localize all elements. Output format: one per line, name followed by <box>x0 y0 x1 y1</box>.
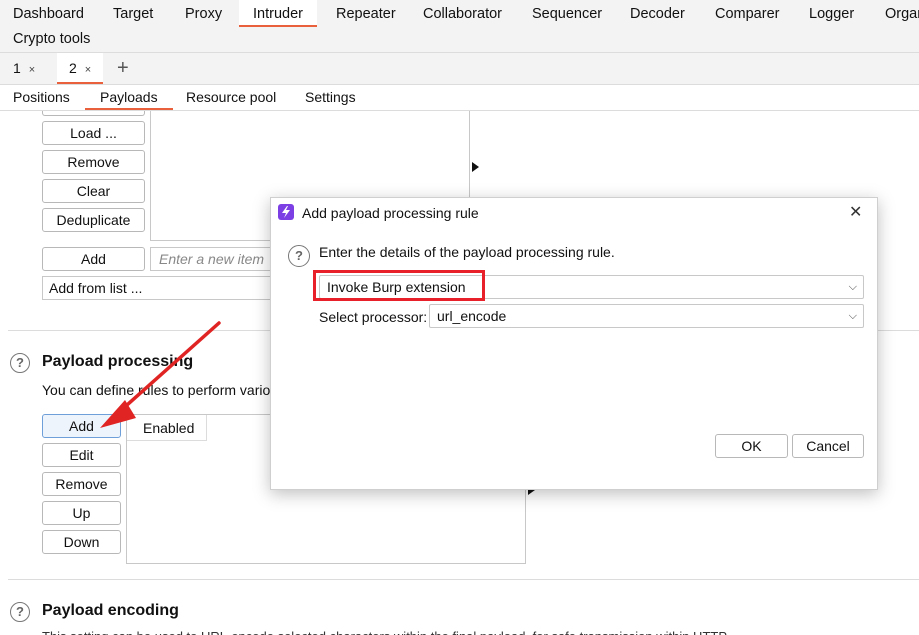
dialog-title: Add payload processing rule <box>302 205 479 221</box>
clear-button[interactable]: Clear <box>42 179 145 203</box>
load-button[interactable]: Load ... <box>42 121 145 145</box>
tab-positions[interactable]: Positions <box>13 89 70 105</box>
dialog-message: Enter the details of the payload process… <box>319 244 615 260</box>
processing-remove-button[interactable]: Remove <box>42 472 121 496</box>
menu-repeater[interactable]: Repeater <box>336 6 396 22</box>
processor-value: url_encode <box>437 308 507 324</box>
payload-encoding-title: Payload encoding <box>42 602 179 619</box>
tab-resource-pool[interactable]: Resource pool <box>186 89 276 105</box>
menu-collaborator[interactable]: Collaborator <box>423 6 502 22</box>
tab-2[interactable]: 2 × <box>57 53 104 84</box>
chevron-down-icon: ⌵ <box>848 310 857 322</box>
close-icon[interactable]: × <box>29 64 35 76</box>
expand-arrow-icon[interactable] <box>472 162 479 172</box>
remove-button[interactable]: Remove <box>42 150 145 174</box>
processing-up-button[interactable]: Up <box>42 501 121 525</box>
payload-processing-title: Payload processing <box>42 353 194 370</box>
payload-encoding-description: This setting can be used to URL-encode s… <box>42 629 919 635</box>
help-icon: ? <box>288 245 310 267</box>
processor-select[interactable]: url_encode ⌵ <box>429 304 864 328</box>
help-icon[interactable]: ? <box>10 353 30 373</box>
close-icon[interactable]: ✕ <box>849 202 862 222</box>
top-menu-bar: Dashboard Target Proxy Intruder Repeater… <box>0 0 919 53</box>
intruder-tabs: 1 × 2 × + <box>0 53 919 85</box>
chevron-down-icon: ⌵ <box>848 281 857 293</box>
add-item-button[interactable]: Add <box>42 247 145 271</box>
menu-intruder[interactable]: Intruder <box>239 0 317 27</box>
tab-settings[interactable]: Settings <box>305 89 356 105</box>
deduplicate-button[interactable]: Deduplicate <box>42 208 145 232</box>
add-from-list-dropdown[interactable]: Add from list ... <box>42 276 275 300</box>
processing-add-button[interactable]: Add <box>42 414 121 438</box>
scrolled-button <box>42 111 145 116</box>
menu-sequencer[interactable]: Sequencer <box>532 6 602 22</box>
ok-button[interactable]: OK <box>715 434 788 458</box>
add-tab-icon[interactable]: + <box>117 53 129 84</box>
sub-tabs: Positions Payloads Resource pool Setting… <box>0 85 919 111</box>
menu-comparer[interactable]: Comparer <box>715 6 779 22</box>
highlight-box <box>313 270 485 301</box>
cancel-button[interactable]: Cancel <box>792 434 864 458</box>
tab-payloads[interactable]: Payloads <box>85 89 173 110</box>
payload-processing-description: You can define rules to perform vario <box>42 382 270 398</box>
menu-organizer[interactable]: Organ <box>885 6 919 22</box>
menu-dashboard[interactable]: Dashboard <box>13 6 84 22</box>
menu-crypto-tools[interactable]: Crypto tools <box>13 31 90 47</box>
menu-target[interactable]: Target <box>113 6 153 22</box>
new-item-input[interactable]: Enter a new item <box>150 247 275 271</box>
tab-1[interactable]: 1 × <box>0 53 45 84</box>
divider <box>8 579 919 580</box>
close-icon[interactable]: × <box>85 64 91 76</box>
menu-decoder[interactable]: Decoder <box>630 6 685 22</box>
menu-logger[interactable]: Logger <box>809 6 854 22</box>
menu-proxy[interactable]: Proxy <box>185 6 222 22</box>
processor-label: Select processor: <box>319 309 428 325</box>
tab-1-label: 1 <box>13 60 21 76</box>
column-header-enabled[interactable]: Enabled <box>127 415 207 441</box>
help-icon[interactable]: ? <box>10 602 30 622</box>
add-payload-processing-rule-dialog: Add payload processing rule ✕ ? Enter th… <box>270 197 878 490</box>
burp-logo-icon <box>278 204 294 220</box>
processing-down-button[interactable]: Down <box>42 530 121 554</box>
tab-2-label: 2 <box>69 60 77 76</box>
processing-edit-button[interactable]: Edit <box>42 443 121 467</box>
